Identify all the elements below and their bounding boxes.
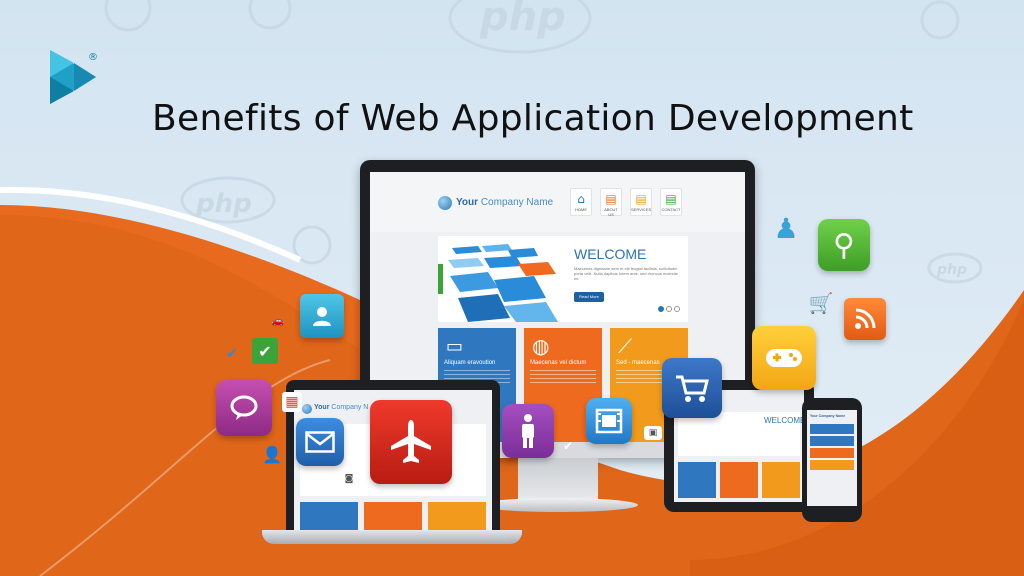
rss-icon[interactable] [844,298,886,340]
home-icon: ⌂ [577,192,585,206]
checkmark-icon: ✔ [252,338,278,364]
feature-card[interactable] [364,502,422,530]
svg-text:php: php [195,189,252,219]
nav-contact[interactable]: ▤ CONTACT [660,188,682,216]
nav-about[interactable]: ▤ ABOUT US [600,188,622,217]
nav-label: ABOUT US [604,207,618,217]
slider-dot[interactable] [658,306,664,312]
mail-icon[interactable] [296,418,344,466]
phone-screen: Your Company Name [807,410,857,506]
registered-mark: ® [88,52,98,63]
hero-text: Maecenas dignissim sem et elit feugiat f… [574,266,678,281]
feature-card[interactable] [762,462,800,498]
smartphone: Your Company Name [802,398,862,522]
nav-label: HOME [575,207,587,212]
chart-icon: ⟋ [618,334,632,358]
cart-glyph [676,375,709,402]
cart-icon[interactable] [662,358,722,418]
image-icon: ▣ [644,426,662,440]
monitor-stand-neck [518,458,598,502]
feature-card[interactable] [678,462,716,498]
checkmark-icon: ✔ [562,439,574,453]
bubble-glyph [230,395,258,420]
site-name-bold: Your [314,404,330,411]
video-icon[interactable] [586,398,632,444]
slider-dot[interactable] [674,306,680,312]
rss-glyph [855,308,876,329]
feature-card[interactable] [300,502,358,530]
person-icon[interactable] [502,404,554,458]
user-icon[interactable] [300,294,344,338]
feature-card[interactable] [428,502,486,530]
site-header: Your Company Name ⌂ HOME ▤ ABOUT US ▤ SE… [370,172,745,232]
svg-text:php: php [936,262,967,278]
site-name: Your Company N [314,404,368,411]
document-icon: ▤ [665,192,677,206]
site-logo-icon [302,404,312,414]
calendar-icon: ▦ [282,392,302,412]
chat-icon: ▭ [446,336,464,357]
feature-title: Maecenas vel dictum [530,360,587,366]
nav-home[interactable]: ⌂ HOME [570,188,592,216]
list-item[interactable] [810,424,854,434]
slide: php php php ® Benefits of Web Applicatio… [0,0,1024,576]
site-logo-icon [438,196,452,210]
feature-text [530,370,596,384]
laptop-base [262,530,522,544]
car-icon: 🚗 [271,315,285,327]
read-more-button[interactable]: Read More [574,292,604,302]
nav-label: CONTACT [661,207,681,212]
list-item[interactable] [810,460,854,470]
cart-icon[interactable]: 🛒 [806,290,836,316]
document-icon: ▤ [635,192,647,206]
hero-panel: WELCOME Maecenas dignissim sem et elit f… [438,236,688,322]
phone-site-name: Your Company Name [810,414,846,418]
document-icon: ▤ [605,192,617,206]
user-glyph [313,307,331,326]
feature-title: Aliquam eravoution [444,360,496,366]
globe-icon: ◍ [532,334,550,358]
hero-side-tab [438,264,443,294]
svg-text:php: php [479,0,566,40]
user-icon: 👤 [262,444,282,464]
list-item[interactable] [810,436,854,446]
hero-tiles-graphic [448,244,558,322]
nav-services[interactable]: ▤ SERVICES [630,188,652,216]
film-glyph [595,408,623,434]
site-name-rest: Company N [331,404,369,411]
slider-dot[interactable] [666,306,672,312]
page-title: Benefits of Web Application Development [152,98,914,139]
envelope-glyph [305,431,335,453]
list-item[interactable] [810,448,854,458]
person-glyph [522,414,534,448]
checkmark-icon: ✔ [226,346,238,362]
feature-card[interactable] [720,462,758,498]
speech-bubble-icon[interactable] [216,380,272,436]
site-name-rest: Company Name [480,197,554,208]
gamepad-icon[interactable] [752,326,816,390]
search-icon[interactable]: ⚲ [818,219,870,271]
welcome-heading: WELCOME [574,246,647,262]
airplane-icon[interactable] [370,400,452,484]
site-name: Your Company Name [456,197,553,208]
welcome-heading: WELCOME [764,416,804,425]
site-name-bold: Your [456,197,479,208]
airplane-glyph [391,420,431,463]
gamepad-glyph [766,349,802,367]
feature-title: Sed - maecenas [616,360,660,366]
person-icon: ♟ [773,211,799,245]
nav-label: SERVICES [631,207,652,212]
camera-icon: ◙ [340,472,358,486]
